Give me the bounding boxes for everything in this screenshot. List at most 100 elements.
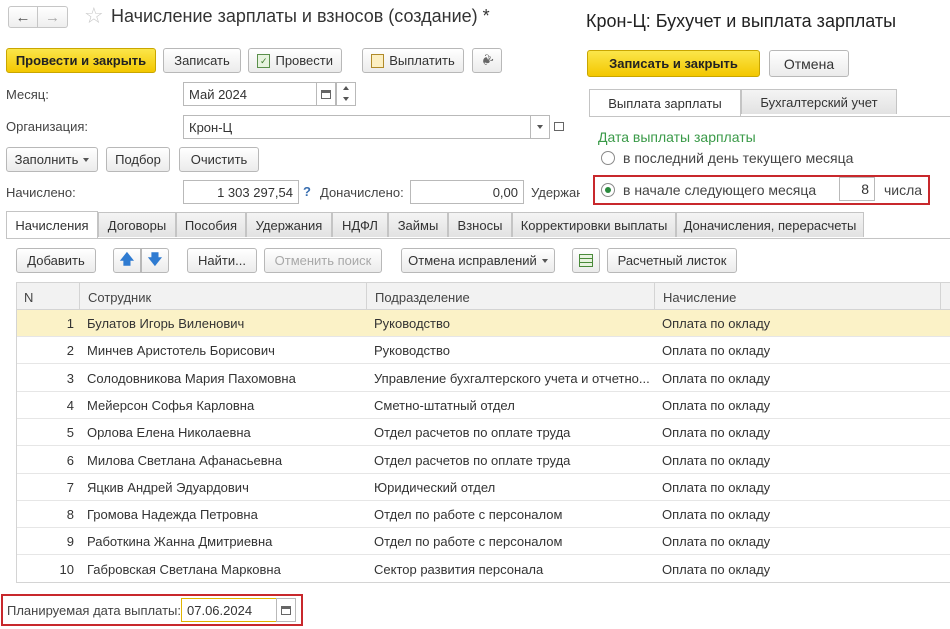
nav-forward-button[interactable]: →	[38, 6, 68, 28]
move-up-button[interactable]: 🡅	[113, 248, 141, 273]
tab-salary-payment[interactable]: Выплата зарплаты	[589, 89, 741, 116]
arrow-down-icon: 🡇	[147, 250, 163, 267]
cell-accrual: Оплата по окладу	[662, 425, 771, 441]
save-and-close-button[interactable]: Записать и закрыть	[587, 50, 760, 77]
extra-accrued-label: Доначислено:	[320, 185, 404, 200]
cell-employee: Мейерсон Софья Карловна	[87, 397, 255, 413]
tab-benefits[interactable]: Пособия	[176, 212, 246, 237]
accrued-field[interactable]: 1 303 297,54	[183, 180, 299, 204]
attach-button[interactable]: ❦	[472, 48, 502, 73]
cell-employee: Орлова Елена Николаевна	[87, 425, 251, 441]
stepper-down-icon[interactable]	[343, 97, 349, 101]
table-row[interactable]: 6 Милова Светлана Афанасьевна Отдел расчет…	[16, 447, 950, 474]
move-down-button[interactable]: 🡇	[141, 248, 169, 273]
cell-department: Сметно-штатный отдел	[374, 397, 515, 413]
dialog-tab-divider	[589, 116, 950, 117]
header-department[interactable]: Подразделение	[366, 283, 654, 311]
calendar-button[interactable]	[316, 82, 336, 106]
grid-left-border	[16, 282, 17, 582]
tab-contracts[interactable]: Договоры	[98, 212, 176, 237]
cell-number: 7	[66, 479, 74, 495]
cancel-search-button[interactable]: Отменить поиск	[264, 248, 382, 273]
cell-number: 9	[66, 534, 74, 550]
tab-ndfl[interactable]: НДФЛ	[332, 212, 388, 237]
cell-number: 10	[59, 561, 74, 577]
organization-open-button[interactable]	[551, 118, 567, 134]
table-row[interactable]: 4 Мейерсон Софья Карловна Сметно-штатный о…	[16, 392, 950, 419]
cell-accrual: Оплата по окладу	[662, 370, 771, 386]
cell-number: 3	[66, 370, 74, 386]
find-button[interactable]: Найти...	[187, 248, 257, 273]
clear-button[interactable]: Очистить	[179, 147, 259, 172]
dialog-cancel-button[interactable]: Отмена	[769, 50, 849, 77]
spreadsheet-button[interactable]	[572, 248, 600, 273]
cell-department: Юридический отдел	[374, 479, 496, 495]
table-row[interactable]: 10 Габровская Светлана Марковна Сектор раз…	[16, 556, 950, 583]
add-row-button[interactable]: Добавить	[16, 248, 96, 273]
last-day-radio[interactable]	[601, 151, 615, 165]
cell-department: Сектор развития персонала	[374, 561, 544, 577]
cell-employee: Громова Надежда Петровна	[87, 507, 258, 523]
window-title: Начисление зарплаты и взносов (создание)…	[111, 6, 490, 26]
table-row[interactable]: 2 Минчев Аристотель Борисович Руководство О…	[16, 337, 950, 365]
cell-employee: Работкина Жанна Дмитриевна	[87, 534, 273, 550]
cell-department: Руководство	[374, 316, 450, 331]
post-document-icon: ✓	[257, 53, 271, 68]
table-row[interactable]: 3 Солодовникова Мария Пахомовна Управление…	[16, 365, 950, 392]
tab-loans[interactable]: Займы	[388, 212, 448, 237]
arrow-up-icon: 🡅	[119, 250, 135, 267]
nav-back-button[interactable]: ←	[8, 6, 38, 28]
table-row[interactable]: 5 Орлова Елена Николаевна Отдел расчетов п…	[16, 419, 950, 447]
favorite-star-icon[interactable]: ☆	[84, 3, 104, 29]
cell-accrual: Оплата по окладу	[662, 507, 771, 523]
payment-date-section-title: Дата выплаты зарплаты	[598, 129, 756, 145]
fill-button[interactable]: Заполнить	[6, 147, 98, 172]
undo-corrections-button[interactable]: Отмена исправлений	[401, 248, 555, 273]
tab-deductions[interactable]: Удержания	[246, 212, 332, 237]
header-accrual[interactable]: Начисление	[654, 283, 940, 311]
tab-recalculations[interactable]: Доначисления, перерасчеты	[676, 212, 864, 237]
open-window-icon	[554, 121, 564, 131]
table-row[interactable]: 7 Яцкив Андрей Эдуардович Юридический отде…	[16, 474, 950, 501]
month-stepper[interactable]	[336, 82, 356, 106]
header-employee[interactable]: Сотрудник	[79, 283, 366, 311]
tab-accruals[interactable]: Начисления	[6, 211, 98, 238]
cell-accrual: Оплата по окладу	[662, 534, 771, 550]
cell-employee: Милова Светлана Афанасьевна	[87, 452, 283, 468]
last-day-option-label: в последний день текущего месяца	[623, 150, 854, 166]
cell-accrual: Оплата по окладу	[662, 397, 771, 413]
pay-button[interactable]: Выплатить	[362, 48, 464, 73]
chevron-down-icon	[537, 125, 543, 129]
spreadsheet-icon	[579, 254, 593, 267]
month-field[interactable]: Май 2024	[183, 82, 319, 106]
cell-accrual: Оплата по окладу	[662, 452, 771, 468]
extra-accrued-field[interactable]: 0,00	[410, 180, 524, 204]
post-button[interactable]: ✓ Провести	[248, 48, 342, 73]
save-button[interactable]: Записать	[163, 48, 241, 73]
payment-option-highlight	[593, 175, 930, 205]
cell-employee: Яцкив Андрей Эдуардович	[87, 479, 249, 495]
stepper-up-icon[interactable]	[343, 86, 349, 90]
cell-accrual: Оплата по окладу	[662, 316, 771, 331]
help-link[interactable]: ?	[303, 184, 311, 199]
table-row[interactable]: 8 Громова Надежда Петровна Отдел по работе…	[16, 501, 950, 529]
cell-department: Отдел по работе с персоналом	[374, 507, 563, 523]
tab-contributions[interactable]: Взносы	[448, 212, 512, 237]
post-and-close-button[interactable]: Провести и закрыть	[6, 48, 156, 73]
table-row[interactable]: 1 Булатов Игорь Виленович Руководство Оплат…	[16, 310, 950, 337]
table-row[interactable]: 9 Работкина Жанна Дмитриевна Отдел по рабо…	[16, 528, 950, 556]
tab-accounting[interactable]: Бухгалтерский учет	[741, 89, 897, 114]
tabs-divider	[6, 238, 950, 239]
cell-department: Управление бухгалтерского учета и отчетн…	[374, 370, 650, 386]
tab-payment-adjustments[interactable]: Корректировки выплаты	[512, 212, 676, 237]
payslip-button[interactable]: Расчетный листок	[607, 248, 737, 273]
organization-field[interactable]: Крон-Ц	[183, 115, 531, 139]
cell-department: Отдел по работе с персоналом	[374, 534, 563, 550]
dialog-title: Крон-Ц: Бухучет и выплата зарплаты	[586, 11, 897, 31]
header-number[interactable]: N	[16, 283, 79, 311]
organization-dropdown-button[interactable]	[530, 115, 550, 139]
organization-label: Организация:	[6, 119, 89, 134]
accrued-label: Начислено:	[6, 185, 76, 200]
cell-employee: Минчев Аристотель Борисович	[87, 343, 275, 359]
select-button[interactable]: Подбор	[106, 147, 170, 172]
